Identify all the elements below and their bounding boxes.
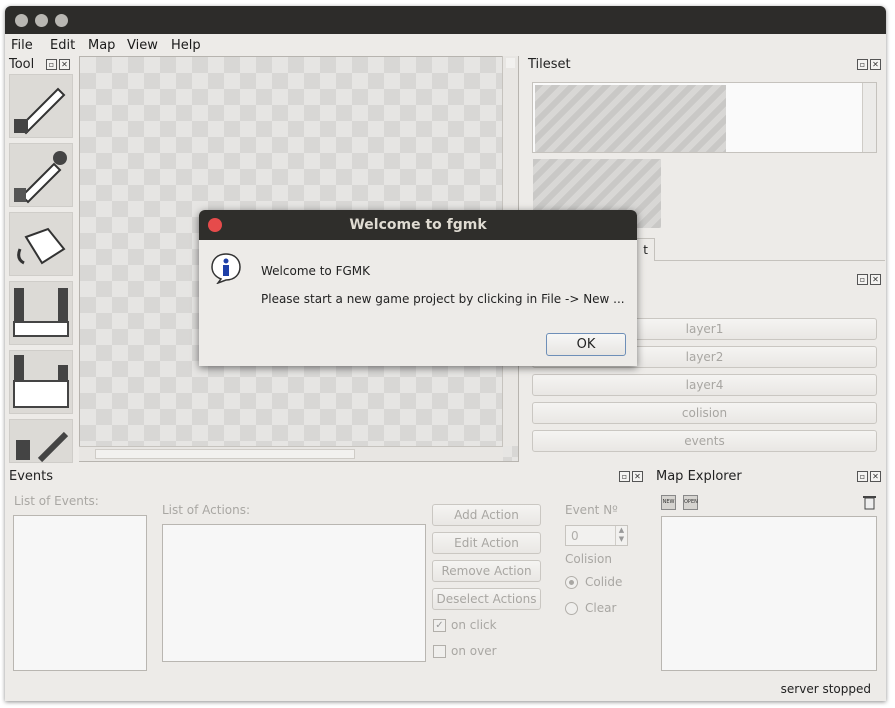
filled-rectangle-icon bbox=[13, 355, 69, 408]
events-panel-title: Events bbox=[9, 469, 54, 484]
float-icon[interactable]: ▫ bbox=[857, 471, 868, 482]
window-maximize-button[interactable] bbox=[55, 14, 68, 27]
events-layer-button[interactable]: events bbox=[532, 430, 877, 452]
colision-label: Colision bbox=[565, 552, 612, 566]
clear-label: Clear bbox=[585, 601, 617, 615]
dialog-message: Please start a new game project by click… bbox=[261, 292, 625, 306]
window-close-button[interactable] bbox=[15, 14, 28, 27]
float-icon[interactable]: ▫ bbox=[857, 59, 868, 70]
map-explorer-tree[interactable] bbox=[661, 516, 877, 671]
dialog-title: Welcome to fgmk bbox=[349, 217, 487, 233]
close-icon[interactable]: ✕ bbox=[870, 471, 881, 482]
menu-help[interactable]: Help bbox=[171, 38, 201, 53]
list-of-events-label: List of Events: bbox=[14, 494, 99, 508]
trash-icon[interactable] bbox=[863, 495, 876, 510]
close-icon[interactable]: ✕ bbox=[59, 59, 70, 70]
dialog-close-button[interactable] bbox=[208, 218, 222, 232]
new-map-label: NEW bbox=[662, 499, 675, 505]
fill-rect-tool[interactable] bbox=[9, 350, 73, 414]
rect-tool[interactable] bbox=[9, 281, 73, 345]
on-over-label: on over bbox=[451, 644, 497, 658]
welcome-dialog: Welcome to fgmk Welcome to FGMK Please s… bbox=[199, 210, 637, 366]
clear-radio[interactable] bbox=[565, 602, 578, 615]
on-over-checkbox[interactable] bbox=[433, 645, 446, 658]
menu-view[interactable]: View bbox=[127, 38, 158, 53]
info-icon bbox=[210, 252, 242, 285]
open-map-icon[interactable]: OPEN bbox=[683, 495, 698, 510]
window-titlebar bbox=[5, 6, 886, 34]
float-icon[interactable]: ▫ bbox=[857, 274, 868, 285]
eyedropper-tool[interactable] bbox=[9, 143, 73, 207]
cat-icon bbox=[16, 431, 69, 463]
collide-label: Colide bbox=[585, 575, 623, 589]
dialog-titlebar: Welcome to fgmk bbox=[199, 210, 637, 240]
event-number-spinbox[interactable]: 0 ▲ ▼ bbox=[565, 525, 628, 546]
misc-tool[interactable] bbox=[9, 419, 73, 463]
new-map-icon[interactable]: NEW bbox=[661, 495, 676, 510]
float-icon[interactable]: ▫ bbox=[619, 471, 630, 482]
tileset-scrollbar[interactable] bbox=[862, 83, 876, 152]
map-horizontal-scrollbar[interactable] bbox=[79, 446, 503, 461]
menu-map[interactable]: Map bbox=[88, 38, 115, 53]
tileset-panel-title: Tileset bbox=[528, 57, 571, 72]
rectangle-icon bbox=[13, 288, 69, 337]
event-number-value: 0 bbox=[571, 529, 579, 543]
ok-button[interactable]: OK bbox=[546, 333, 626, 356]
remove-action-button[interactable]: Remove Action bbox=[432, 560, 541, 582]
menu-file[interactable]: File bbox=[11, 38, 33, 53]
fill-tool[interactable] bbox=[9, 212, 73, 276]
scroll-thumb[interactable] bbox=[95, 449, 355, 459]
map-explorer-title: Map Explorer bbox=[656, 469, 742, 484]
spin-arrows-icon[interactable]: ▲ ▼ bbox=[615, 526, 627, 545]
layer4-button[interactable]: layer4 bbox=[532, 374, 877, 396]
eyedropper-icon bbox=[14, 151, 67, 204]
bucket-icon bbox=[17, 227, 66, 265]
list-of-actions-label: List of Actions: bbox=[162, 503, 251, 517]
tileset-tab-label: t bbox=[643, 243, 648, 257]
add-action-button[interactable]: Add Action bbox=[432, 504, 541, 526]
close-icon[interactable]: ✕ bbox=[870, 59, 881, 70]
actions-list[interactable] bbox=[162, 524, 426, 662]
events-list[interactable] bbox=[13, 515, 147, 671]
dialog-heading: Welcome to FGMK bbox=[261, 264, 370, 278]
on-click-label: on click bbox=[451, 618, 497, 632]
status-bar-text: server stopped bbox=[780, 682, 871, 696]
tileset-view[interactable] bbox=[532, 82, 877, 153]
colision-layer-button[interactable]: colision bbox=[532, 402, 877, 424]
window-minimize-button[interactable] bbox=[35, 14, 48, 27]
pencil-icon bbox=[14, 87, 66, 135]
close-icon[interactable]: ✕ bbox=[870, 274, 881, 285]
tab-divider bbox=[655, 260, 885, 261]
event-number-label: Event Nº bbox=[565, 503, 618, 517]
scroll-thumb[interactable] bbox=[506, 58, 515, 68]
close-icon[interactable]: ✕ bbox=[632, 471, 643, 482]
menu-edit[interactable]: Edit bbox=[50, 38, 75, 53]
collide-radio[interactable] bbox=[565, 576, 578, 589]
pencil-tool[interactable] bbox=[9, 74, 73, 138]
float-icon[interactable]: ▫ bbox=[46, 59, 57, 70]
edit-action-button[interactable]: Edit Action bbox=[432, 532, 541, 554]
deselect-actions-button[interactable]: Deselect Actions bbox=[432, 588, 541, 610]
tool-panel-title: Tool bbox=[9, 57, 35, 72]
tileset-image[interactable] bbox=[535, 85, 726, 152]
menu-bar: File Edit Map View Help bbox=[5, 34, 886, 56]
open-map-label: OPEN bbox=[684, 499, 698, 505]
on-click-checkbox[interactable]: ✓ bbox=[433, 619, 446, 632]
